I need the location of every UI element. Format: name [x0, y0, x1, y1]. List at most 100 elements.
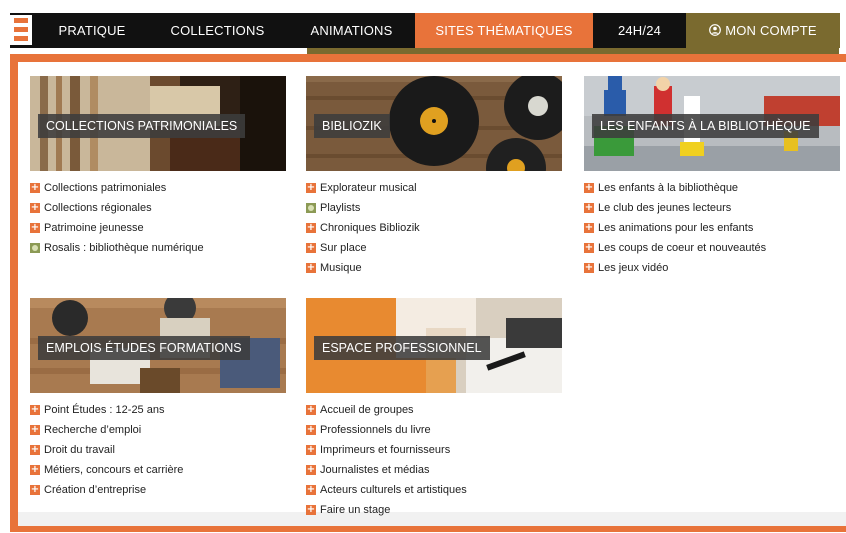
list-item[interactable]: + Sur place — [306, 238, 562, 258]
plus-icon: + — [306, 262, 316, 273]
link-label: Droit du travail — [44, 444, 115, 456]
external-resource-icon — [30, 243, 40, 253]
list-item[interactable]: + Journalistes et médias — [306, 460, 562, 480]
card-links: + Collections patrimoniales + Collections … — [30, 178, 286, 258]
list-item[interactable]: + Accueil de groupes — [306, 400, 562, 420]
mon-compte-label: MON COMPTE — [725, 23, 817, 38]
site-logo[interactable] — [10, 15, 32, 45]
link-label: Faire un stage — [320, 504, 391, 516]
list-item[interactable]: + Recherche d’emploi — [30, 420, 286, 440]
list-item[interactable]: + Professionnels du livre — [306, 420, 562, 440]
main-navigation: PRATIQUE COLLECTIONS ANIMATIONS SITES TH… — [0, 0, 846, 56]
card-title: ESPACE PROFESSIONNEL — [314, 336, 490, 360]
plus-icon: + — [30, 424, 40, 435]
card-links: + Explorateur musical Playlists + Chroniqu… — [306, 178, 562, 278]
list-item[interactable]: + Musique — [306, 258, 562, 278]
card-links: + Accueil de groupes + Professionnels du l… — [306, 400, 562, 520]
list-item[interactable]: + Les animations pour les enfants — [584, 218, 840, 238]
link-label: Accueil de groupes — [320, 404, 414, 416]
link-label: Les animations pour les enfants — [598, 222, 754, 234]
card-title: LES ENFANTS À LA BIBLIOTHÈQUE — [592, 114, 819, 138]
link-label: Recherche d’emploi — [44, 424, 142, 436]
card-espace-professionnel: ESPACE PROFESSIONNEL + Accueil de groupes… — [306, 298, 562, 520]
plus-icon: + — [306, 404, 316, 415]
card-image[interactable]: BIBLIOZIK — [306, 76, 562, 171]
plus-icon: + — [306, 242, 316, 253]
list-item[interactable]: + Point Études : 12-25 ans — [30, 400, 286, 420]
link-label: Chroniques Bibliozik — [320, 222, 420, 234]
user-circle-icon — [709, 14, 722, 49]
list-item[interactable]: + Explorateur musical — [306, 178, 562, 198]
plus-icon: + — [306, 182, 316, 193]
list-item[interactable]: + Métiers, concours et carrière — [30, 460, 286, 480]
link-label: Explorateur musical — [320, 182, 417, 194]
link-label: Les jeux vidéo — [598, 262, 669, 274]
list-item[interactable]: + Patrimoine jeunesse — [30, 218, 286, 238]
plus-icon: + — [30, 464, 40, 475]
list-item[interactable]: + Collections patrimoniales — [30, 178, 286, 198]
plus-icon: + — [306, 464, 316, 475]
list-item[interactable]: + Chroniques Bibliozik — [306, 218, 562, 238]
link-label: Collections régionales — [44, 202, 152, 214]
list-item[interactable]: + Les jeux vidéo — [584, 258, 840, 278]
plus-icon: + — [306, 444, 316, 455]
card-image[interactable]: LES ENFANTS À LA BIBLIOTHÈQUE — [584, 76, 840, 171]
link-label: Sur place — [320, 242, 367, 254]
list-item[interactable]: + Faire un stage — [306, 500, 562, 520]
card-emplois-etudes-formations: EMPLOIS ÉTUDES FORMATIONS + Point Études … — [30, 298, 286, 500]
link-label: Playlists — [320, 202, 361, 214]
nav-item-pratique[interactable]: PRATIQUE — [48, 13, 136, 48]
link-label: Point Études : 12-25 ans — [44, 404, 165, 416]
plus-icon: + — [584, 182, 594, 193]
link-label: Le club des jeunes lecteurs — [598, 202, 732, 214]
list-item[interactable]: + Les coups de coeur et nouveautés — [584, 238, 840, 258]
card-bibliozik: BIBLIOZIK + Explorateur musical Playlists… — [306, 76, 562, 278]
link-label: Les enfants à la bibliothèque — [598, 182, 739, 194]
card-links: + Point Études : 12-25 ans + Recherche d’e… — [30, 400, 286, 500]
plus-icon: + — [30, 484, 40, 495]
plus-icon: + — [306, 424, 316, 435]
nav-item-24h[interactable]: 24H/24 — [593, 13, 686, 48]
list-item[interactable]: + Création d’entreprise — [30, 480, 286, 500]
plus-icon: + — [30, 202, 40, 213]
plus-icon: + — [584, 222, 594, 233]
link-label: Acteurs culturels et artistiques — [320, 484, 467, 496]
list-item[interactable]: + Acteurs culturels et artistiques — [306, 480, 562, 500]
external-resource-icon — [306, 203, 316, 213]
card-links: + Les enfants à la bibliothèque + Le club … — [584, 178, 840, 278]
list-item[interactable]: Playlists — [306, 198, 562, 218]
link-label: Journalistes et médias — [320, 464, 430, 476]
plus-icon: + — [306, 484, 316, 495]
plus-icon: + — [30, 222, 40, 233]
link-label: Musique — [320, 262, 362, 274]
link-label: Imprimeurs et fournisseurs — [320, 444, 451, 456]
plus-icon: + — [306, 504, 316, 515]
list-item[interactable]: Rosalis : bibliothèque numérique — [30, 238, 286, 258]
plus-icon: + — [30, 404, 40, 415]
card-title: BIBLIOZIK — [314, 114, 390, 138]
plus-icon: + — [306, 222, 316, 233]
plus-icon: + — [584, 262, 594, 273]
nav-item-sites-thematiques[interactable]: SITES THÉMATIQUES — [415, 13, 593, 48]
nav-item-mon-compte[interactable]: MON COMPTE — [686, 13, 840, 48]
list-item[interactable]: + Droit du travail — [30, 440, 286, 460]
list-item[interactable]: + Le club des jeunes lecteurs — [584, 198, 840, 218]
link-label: Rosalis : bibliothèque numérique — [44, 242, 204, 254]
nav-item-animations[interactable]: ANIMATIONS — [300, 13, 403, 48]
list-item[interactable]: + Collections régionales — [30, 198, 286, 218]
link-label: Professionnels du livre — [320, 424, 431, 436]
card-enfants-bibliotheque: LES ENFANTS À LA BIBLIOTHÈQUE + Les enfan… — [584, 76, 840, 278]
list-item[interactable]: + Imprimeurs et fournisseurs — [306, 440, 562, 460]
plus-icon: + — [30, 444, 40, 455]
link-label: Les coups de coeur et nouveautés — [598, 242, 767, 254]
card-title: EMPLOIS ÉTUDES FORMATIONS — [38, 336, 250, 360]
card-image[interactable]: EMPLOIS ÉTUDES FORMATIONS — [30, 298, 286, 393]
card-image[interactable]: ESPACE PROFESSIONNEL — [306, 298, 562, 393]
list-item[interactable]: + Les enfants à la bibliothèque — [584, 178, 840, 198]
link-label: Création d’entreprise — [44, 484, 147, 496]
link-label: Patrimoine jeunesse — [44, 222, 144, 234]
nav-item-collections[interactable]: COLLECTIONS — [160, 13, 275, 48]
card-title: COLLECTIONS PATRIMONIALES — [38, 114, 246, 138]
link-label: Métiers, concours et carrière — [44, 464, 184, 476]
card-image[interactable]: COLLECTIONS PATRIMONIALES — [30, 76, 286, 171]
